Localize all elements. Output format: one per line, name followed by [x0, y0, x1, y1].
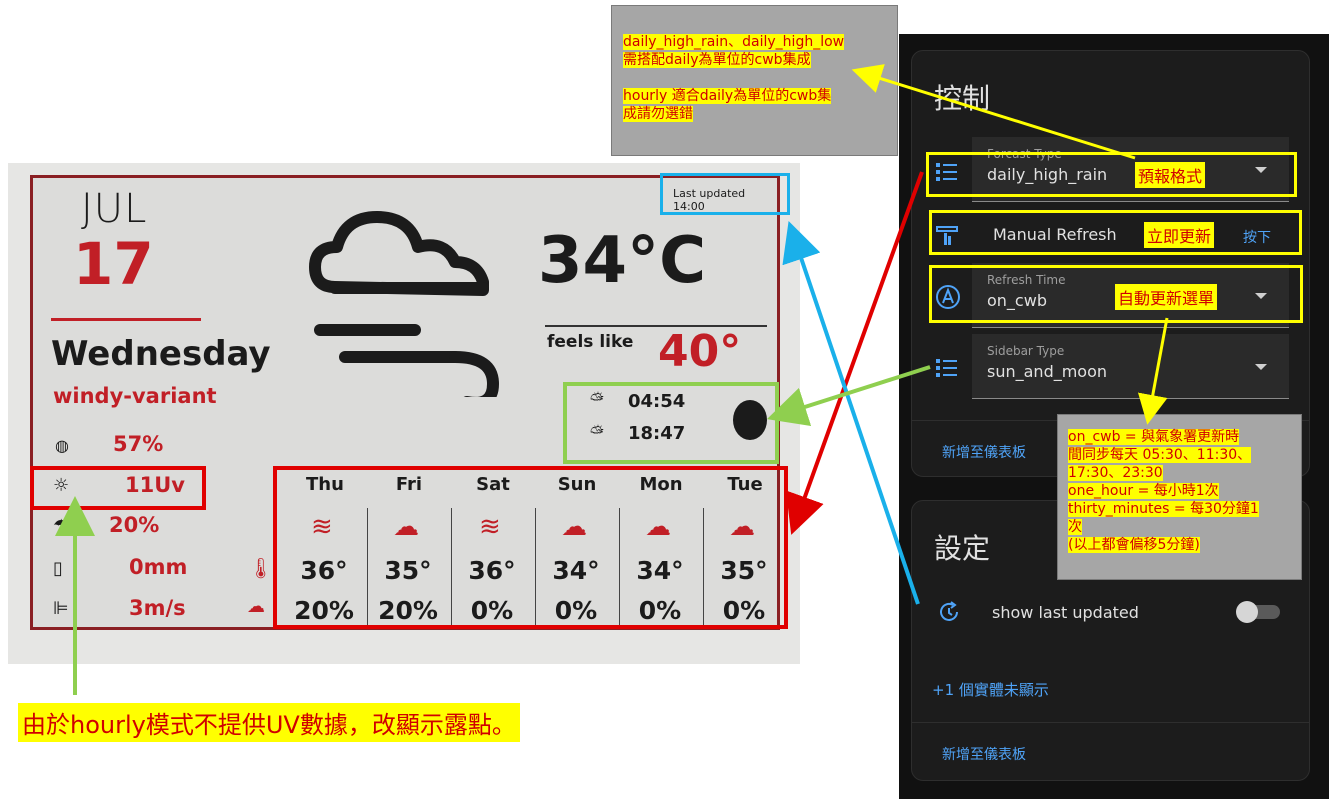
humidity-value: 57% [113, 432, 164, 456]
hidden-entities-link[interactable]: +1 個實體未顯示 [932, 679, 1049, 700]
weekday-label: Wednesday [51, 334, 271, 374]
forecast-highlight [273, 466, 788, 629]
sidebar-type-label: Sidebar Type [987, 344, 1065, 358]
refresh-note-line: (以上都會偏移5分鐘) [1068, 537, 1200, 553]
note-line-2: 需搭配daily為單位的cwb集成 [623, 52, 811, 68]
sidebar-type-value: sun_and_moon [987, 362, 1108, 381]
format-list-icon [936, 359, 957, 377]
clock-refresh-icon [940, 601, 958, 621]
settings-card-title: 設定 [934, 532, 991, 565]
manual-refresh-annotation: 立即更新 [1144, 222, 1215, 248]
rain-gauge-icon: ▯ [53, 558, 63, 579]
forecast-type-annotation: 預報格式 [1135, 162, 1206, 188]
hourly-uv-note: 由於hourly模式不提供UV數據，改顯示露點。 [18, 703, 520, 742]
rain-amount-value: 0mm [129, 555, 188, 579]
refresh-note-line: 17:30、23:30 [1068, 465, 1163, 481]
sun-moon-highlight [563, 382, 779, 464]
manual-refresh-highlight [929, 210, 1302, 255]
forecast-type-highlight [926, 152, 1297, 197]
uv-highlight [30, 466, 206, 510]
rain-chance-value: 20% [109, 513, 160, 537]
rain-cloud-icon: ☁ [247, 596, 265, 617]
refresh-note-line: 次 [1068, 519, 1082, 535]
refresh-note-line: 間同步每天 05:30、11:30、 [1068, 447, 1252, 463]
note-line-3: hourly 適合daily為單位的cwb集 [623, 88, 832, 104]
refresh-options-note: on_cwb = 與氣象署更新時 間同步每天 05:30、11:30、 17:3… [1057, 414, 1302, 580]
humidity-icon: ◍ [55, 436, 69, 455]
add-to-dashboard-button[interactable]: 新增至儀表板 [942, 442, 1026, 462]
day-number: 17 [73, 230, 154, 298]
feels-like-label: feels like [547, 332, 634, 352]
note-line-4: 成請勿選錯 [623, 106, 693, 122]
sidebar-type-select[interactable]: Sidebar Type sun_and_moon [972, 334, 1289, 399]
forecast-type-note: daily_high_rain、daily_high_low 需搭配daily為… [611, 5, 898, 156]
add-to-dashboard-button[interactable]: 新增至儀表板 [942, 744, 1026, 764]
card-divider [912, 722, 1309, 723]
last-updated-highlight [660, 173, 790, 215]
thermometer-icon: 🌡︎ [248, 556, 274, 580]
cloud-wind-icon [309, 211, 500, 397]
month-label: JUL [81, 186, 148, 232]
feels-like-value: 40° [658, 326, 742, 377]
condition-label: windy-variant [53, 384, 217, 408]
refresh-note-line: one_hour = 每小時1次 [1068, 483, 1219, 499]
refresh-time-annotation: 自動更新選單 [1115, 284, 1218, 310]
note-line-1: daily_high_rain、daily_high_low [623, 34, 845, 50]
control-card-title: 控制 [934, 82, 991, 115]
toggle-knob [1236, 601, 1258, 623]
control-card: 控制 Forcast Type daily_high_rain Manual R… [911, 50, 1310, 477]
umbrella-icon: ☂ [53, 516, 70, 537]
show-last-updated-toggle[interactable] [1236, 601, 1280, 623]
refresh-note-line: on_cwb = 與氣象署更新時 [1068, 429, 1240, 445]
wind-value: 3m/s [129, 596, 186, 620]
chevron-down-icon [1255, 364, 1267, 370]
windsock-icon: ⊫ [53, 598, 69, 619]
current-temperature: 34°C [538, 224, 707, 298]
show-last-updated-label: show last updated [992, 603, 1139, 622]
date-underline [51, 318, 201, 321]
refresh-note-line: thirty_minutes = 每30分鐘1 [1068, 501, 1259, 517]
